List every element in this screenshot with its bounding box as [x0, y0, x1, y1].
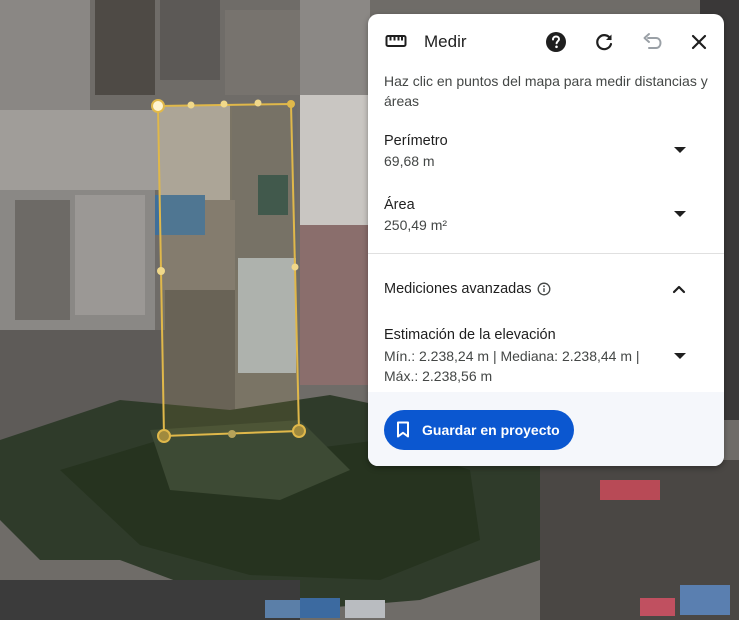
- measure-vertex[interactable]: [292, 424, 306, 438]
- measure-vertex[interactable]: [151, 99, 165, 113]
- perimeter-value: 69,68 m: [384, 153, 435, 169]
- chevron-down-icon[interactable]: [674, 147, 686, 153]
- undo-icon[interactable]: [641, 32, 663, 52]
- measure-midpoint[interactable]: [220, 100, 228, 108]
- close-icon[interactable]: [690, 33, 708, 51]
- info-icon[interactable]: [537, 282, 551, 296]
- measure-midpoint[interactable]: [291, 263, 299, 271]
- measure-midpoint[interactable]: [254, 99, 262, 107]
- chevron-down-icon[interactable]: [674, 353, 686, 359]
- chevron-up-icon[interactable]: [672, 284, 686, 294]
- chevron-down-icon[interactable]: [674, 211, 686, 217]
- measure-panel: Medir Haz clic en puntos del mapa para m…: [368, 14, 724, 466]
- area-value: 250,49 m²: [384, 217, 448, 233]
- help-icon[interactable]: [545, 31, 567, 53]
- measure-midpoint[interactable]: [157, 267, 165, 275]
- perimeter-label: Perímetro: [384, 133, 448, 149]
- instruction-text: Haz clic en puntos del mapa para medir d…: [384, 73, 708, 109]
- save-to-project-button[interactable]: Guardar en proyecto: [384, 410, 574, 450]
- measure-vertex[interactable]: [287, 100, 295, 108]
- measure-vertex[interactable]: [157, 429, 171, 443]
- divider: [368, 253, 724, 254]
- elevation-value: Mín.: 2.238,24 m | Mediana: 2.238,44 m |…: [384, 348, 640, 384]
- ruler-icon: [385, 35, 407, 47]
- panel-header: Medir: [368, 14, 724, 70]
- bookmark-icon: [397, 421, 409, 438]
- measure-midpoint[interactable]: [228, 430, 236, 438]
- panel-footer: Guardar en proyecto: [368, 392, 724, 466]
- advanced-measurements-label: Mediciones avanzadas: [384, 281, 532, 297]
- measure-midpoint[interactable]: [187, 101, 195, 109]
- area-label: Área: [384, 197, 415, 213]
- panel-title: Medir: [424, 32, 467, 51]
- refresh-icon[interactable]: [593, 31, 615, 53]
- elevation-label: Estimación de la elevación: [384, 327, 556, 343]
- save-to-project-label: Guardar en proyecto: [422, 422, 560, 438]
